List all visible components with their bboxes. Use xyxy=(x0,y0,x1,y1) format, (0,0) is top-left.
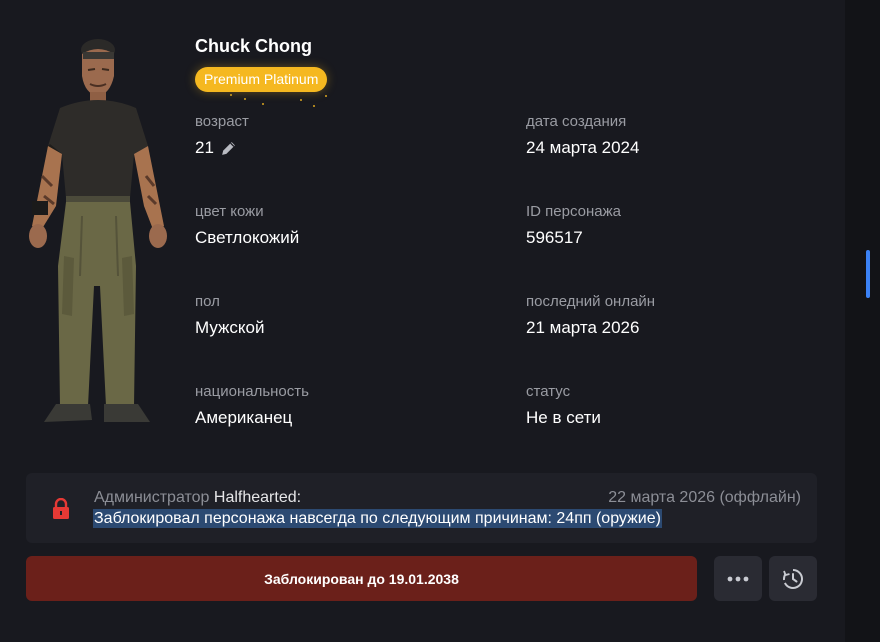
field-value: 21 xyxy=(195,138,214,157)
character-avatar xyxy=(29,39,167,422)
field-label: пол xyxy=(195,293,220,310)
badge-sparkle xyxy=(313,105,315,107)
field-value: Мужской xyxy=(195,318,265,337)
field-label: цвет кожи xyxy=(195,203,264,220)
field-label: последний онлайн xyxy=(526,293,656,310)
premium-badge: Premium Platinum xyxy=(195,67,328,92)
field-value: Не в сети xyxy=(526,408,601,427)
ban-admin-prefix: Администратор xyxy=(94,489,210,506)
badge-sparkle xyxy=(325,95,327,97)
badge-sparkle xyxy=(262,103,264,105)
ban-notice: Администратор Halfhearted: 22 марта 2026… xyxy=(26,473,817,543)
ban-admin: Администратор Halfhearted: xyxy=(94,489,301,507)
field-status: статус Не в сети xyxy=(526,383,601,428)
badge-sparkle xyxy=(244,98,246,100)
history-button[interactable] xyxy=(769,556,817,601)
more-options-button[interactable] xyxy=(714,556,762,601)
field-value: 21 марта 2026 xyxy=(526,318,640,337)
field-label: статус xyxy=(526,383,571,400)
character-name: Chuck Chong xyxy=(195,36,312,56)
field-label: национальность xyxy=(195,383,309,400)
ban-reason: Заблокировал персонажа навсегда по следу… xyxy=(93,509,662,528)
badge-sparkle xyxy=(230,94,232,96)
ban-admin-name: Halfhearted: xyxy=(213,489,302,506)
field-value: 24 марта 2024 xyxy=(526,138,640,157)
history-clock-icon xyxy=(783,568,803,589)
field-skin: цвет кожи Светлокожий xyxy=(195,203,299,248)
field-value: 596517 xyxy=(526,228,583,247)
field-label: ID персонажа xyxy=(526,203,621,220)
lock-icon xyxy=(53,498,69,519)
pencil-icon[interactable] xyxy=(220,140,237,157)
scrollbar-thumb[interactable] xyxy=(866,250,870,298)
field-label: дата создания xyxy=(526,113,627,130)
more-horizontal-icon xyxy=(727,576,749,581)
field-character-id: ID персонажа 596517 xyxy=(526,203,621,248)
field-nationality: национальность Американец xyxy=(195,383,309,428)
field-value: Американец xyxy=(195,408,293,427)
right-gutter xyxy=(845,0,880,642)
field-age: возраст 21 xyxy=(195,113,249,158)
field-created: дата создания 24 марта 2024 xyxy=(526,113,639,158)
banned-until-button[interactable]: Заблокирован до 19.01.2038 xyxy=(26,556,697,601)
badge-sparkle xyxy=(300,99,302,101)
field-value: Светлокожий xyxy=(195,228,300,247)
field-sex: пол Мужской xyxy=(195,293,265,338)
ban-date: 22 марта 2026 (оффлайн) xyxy=(608,489,801,506)
field-last-online: последний онлайн 21 марта 2026 xyxy=(526,293,655,338)
field-label: возраст xyxy=(195,113,249,130)
